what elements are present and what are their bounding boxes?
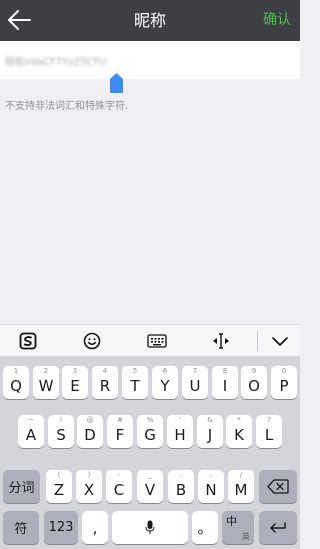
key-k[interactable]: * K: [226, 415, 252, 448]
key-g[interactable]: % G: [137, 415, 163, 448]
backspace-icon: [259, 470, 297, 503]
key-f[interactable]: # F: [107, 415, 133, 448]
cursor-handle-icon[interactable]: [110, 73, 123, 93]
key-b[interactable]: :B: [168, 470, 194, 503]
content-area: [0, 79, 300, 324]
key-v[interactable]: _ V: [137, 470, 163, 503]
comma-key[interactable]: ,: [82, 511, 108, 544]
period-key[interactable]: 。: [192, 511, 218, 544]
symbol-key[interactable]: 符: [3, 511, 39, 544]
nickname-input[interactable]: [5, 49, 293, 71]
emoji-icon[interactable]: [78, 325, 106, 357]
keyboard: 1Q 2W 3E 4R 5T 6Y 7U 8I 9O 0P ~ A ! S @ D #…: [0, 357, 300, 549]
key-c[interactable]: -C: [106, 470, 132, 503]
space-key[interactable]: [112, 511, 188, 544]
page-title: 昵称: [133, 11, 166, 30]
key-i[interactable]: 8I: [212, 366, 238, 399]
keyboard-toolbar: [0, 324, 300, 357]
nickname-field[interactable]: [0, 41, 300, 79]
numbers-key[interactable]: 123: [44, 511, 78, 544]
key-h[interactable]: ' H: [167, 415, 193, 448]
navigation-bar: 昵称 确认: [0, 0, 300, 41]
key-y[interactable]: 6Y: [152, 366, 178, 399]
sogou-logo-icon[interactable]: [14, 325, 42, 357]
key-a[interactable]: ~ A: [18, 415, 44, 448]
return-key[interactable]: [259, 511, 297, 544]
key-m[interactable]: / M: [228, 470, 254, 503]
delete-key[interactable]: [259, 470, 297, 503]
language-switch-key[interactable]: 中 英: [222, 511, 254, 544]
key-p[interactable]: 0P: [271, 366, 297, 399]
key-t[interactable]: 5T: [122, 366, 148, 399]
return-icon: [259, 511, 297, 544]
key-x[interactable]: ) X: [76, 470, 102, 503]
microphone-icon: [112, 511, 188, 544]
keyboard-icon[interactable]: [143, 325, 171, 357]
nickname-hint: 不支持非法词汇和特殊字符.: [5, 101, 129, 112]
key-e[interactable]: 3E: [62, 366, 88, 399]
key-j[interactable]: & J: [197, 415, 223, 448]
key-d[interactable]: @ D: [77, 415, 103, 448]
back-arrow-icon[interactable]: [6, 8, 32, 32]
key-r[interactable]: 4R: [92, 366, 118, 399]
confirm-button[interactable]: 确认: [263, 0, 291, 41]
key-s[interactable]: ! S: [48, 415, 74, 448]
segment-key[interactable]: 分词: [3, 470, 40, 503]
key-q[interactable]: 1Q: [3, 366, 29, 399]
key-n[interactable]: ; N: [198, 470, 224, 503]
collapse-chevron-icon[interactable]: [266, 325, 294, 357]
key-l[interactable]: ? L: [256, 415, 282, 448]
toolbar-divider: [257, 331, 258, 351]
key-u[interactable]: 7U: [182, 366, 208, 399]
key-w[interactable]: 2W: [33, 366, 59, 399]
key-z[interactable]: (Z: [46, 470, 72, 503]
cursor-move-icon[interactable]: [207, 325, 235, 357]
key-o[interactable]: 9O: [241, 366, 267, 399]
